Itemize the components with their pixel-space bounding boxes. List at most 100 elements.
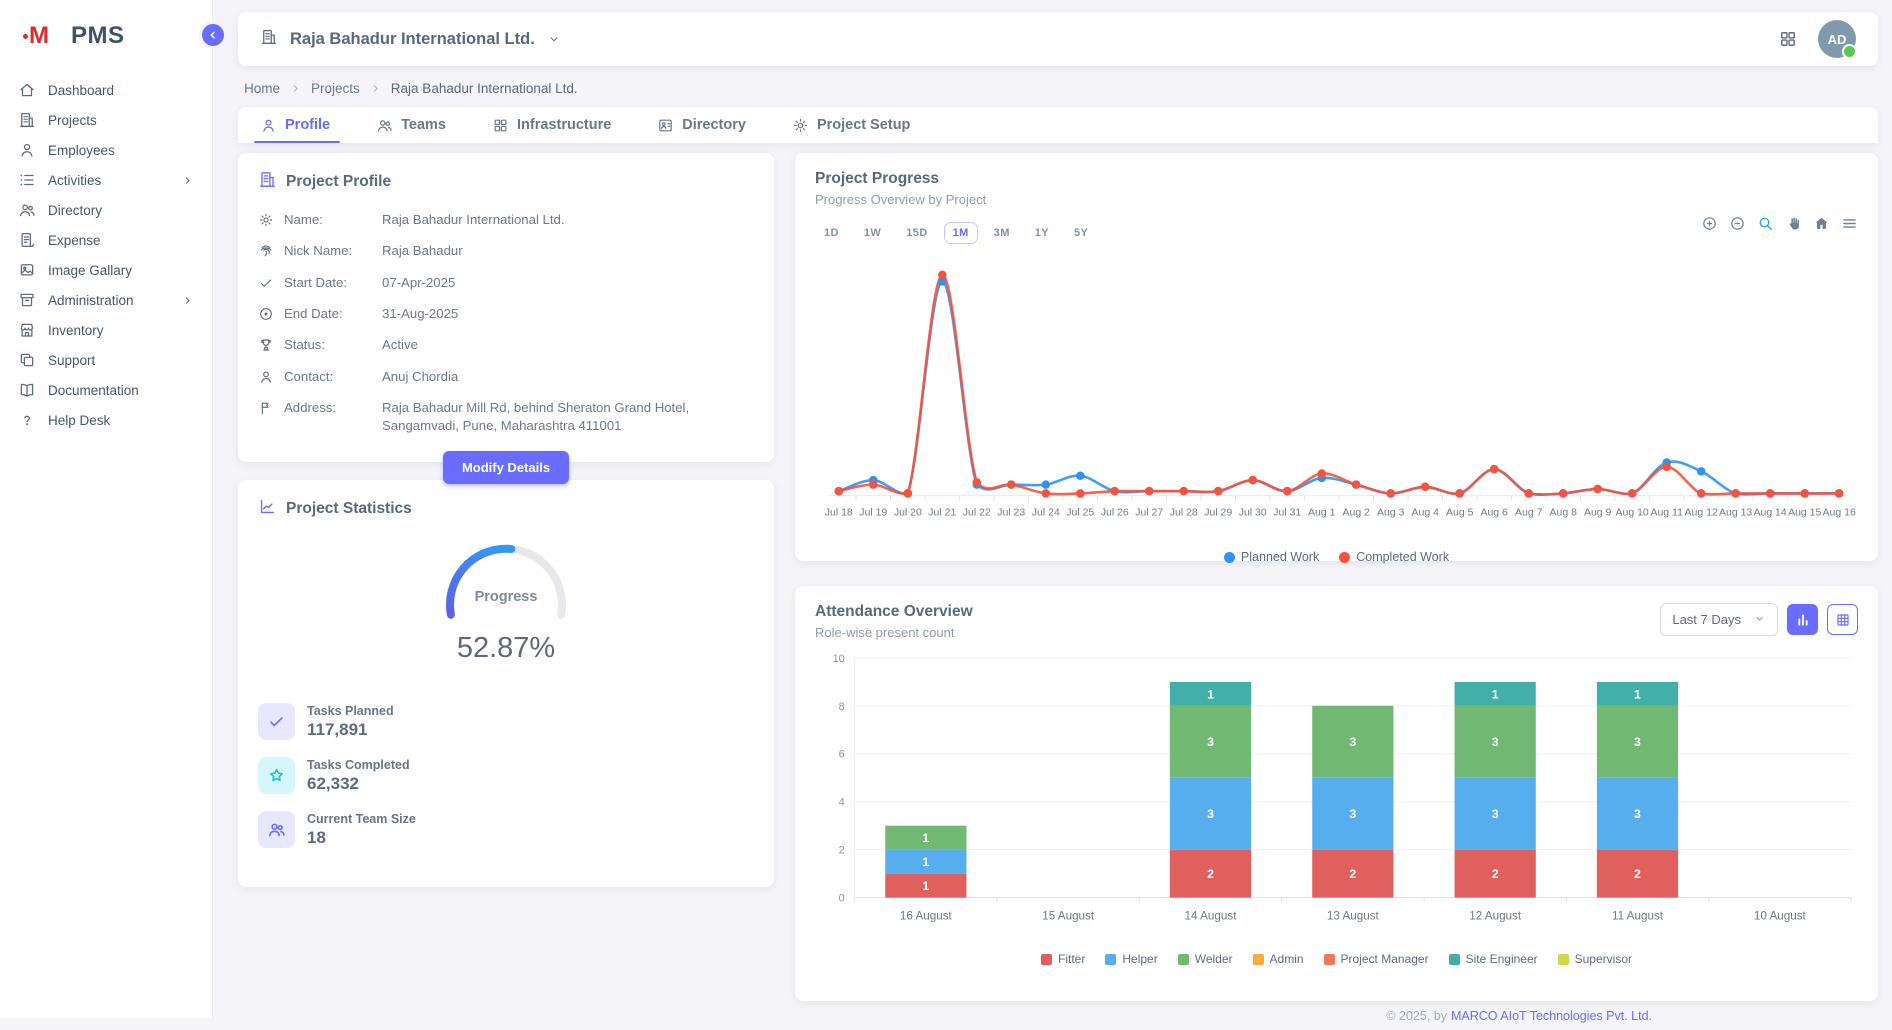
- building-icon: [258, 170, 277, 194]
- table-view-button[interactable]: [1827, 604, 1858, 635]
- bar-view-button[interactable]: [1787, 604, 1818, 635]
- range-button-1d[interactable]: 1D: [815, 222, 848, 244]
- svg-text:12 August: 12 August: [1469, 909, 1522, 922]
- people-icon: [376, 117, 393, 134]
- sidebar-item-label: Help Desk: [48, 413, 110, 428]
- sidebar-item-help-desk[interactable]: Help Desk: [0, 405, 212, 435]
- check-icon: [258, 703, 295, 740]
- sidebar-item-expense[interactable]: Expense: [0, 225, 212, 255]
- sidebar-item-dashboard[interactable]: Dashboard: [0, 75, 212, 105]
- attendance-bar-chart[interactable]: 024681011116 August15 August233114 Augus…: [815, 648, 1858, 950]
- sidebar-item-employees[interactable]: Employees: [0, 135, 212, 165]
- apps-grid-button[interactable]: [1778, 29, 1798, 49]
- modify-details-button[interactable]: Modify Details: [443, 451, 569, 484]
- legend-supervisor[interactable]: Supervisor: [1558, 952, 1632, 966]
- sidebar-item-label: Dashboard: [48, 83, 114, 98]
- tab-teams[interactable]: Teams: [376, 107, 446, 143]
- svg-text:1: 1: [922, 855, 929, 869]
- svg-text:Aug 15: Aug 15: [1788, 507, 1821, 518]
- stat-label: Tasks Planned: [307, 704, 394, 718]
- legend-admin[interactable]: Admin: [1253, 952, 1304, 966]
- tab-project-setup[interactable]: Project Setup: [792, 107, 910, 143]
- reset-home-button[interactable]: [1813, 215, 1830, 232]
- legend-completed-work[interactable]: Completed Work: [1339, 550, 1449, 564]
- legend-fitter[interactable]: Fitter: [1041, 952, 1085, 966]
- footer-company-link[interactable]: MARCO AIoT Technologies Pvt. Ltd.: [1451, 1009, 1652, 1023]
- legend-welder[interactable]: Welder: [1178, 952, 1233, 966]
- sidebar-item-support[interactable]: Support: [0, 345, 212, 375]
- sidebar-item-inventory[interactable]: Inventory: [0, 315, 212, 345]
- zoom-out-button[interactable]: [1729, 215, 1746, 232]
- range-button-5y[interactable]: 5Y: [1065, 222, 1097, 244]
- field-label: Name:: [284, 211, 372, 229]
- svg-text:14 August: 14 August: [1185, 909, 1238, 922]
- check-icon: [267, 712, 286, 731]
- svg-text:Aug 9: Aug 9: [1584, 507, 1612, 518]
- sidebar-item-administration[interactable]: Administration: [0, 285, 212, 315]
- svg-text:8: 8: [839, 701, 845, 713]
- svg-text:3: 3: [1492, 807, 1499, 821]
- stat-tasks-planned: Tasks Planned117,891: [258, 703, 754, 740]
- field-value: Raja Bahadur: [382, 242, 754, 260]
- star-icon: [258, 757, 295, 794]
- legend-project-manager[interactable]: Project Manager: [1324, 952, 1429, 966]
- svg-text:Progress: Progress: [475, 589, 538, 605]
- svg-text:2: 2: [1207, 867, 1214, 881]
- bars-icon: [1795, 612, 1811, 628]
- legend-planned-work[interactable]: Planned Work: [1224, 550, 1319, 564]
- svg-text:Jul 25: Jul 25: [1066, 507, 1094, 518]
- range-button-1w[interactable]: 1W: [855, 222, 890, 244]
- zoom-in-button[interactable]: [1701, 215, 1718, 232]
- flag-icon: [258, 400, 274, 416]
- sidebar-item-documentation[interactable]: Documentation: [0, 375, 212, 405]
- stat-tasks-completed: Tasks Completed62,332: [258, 757, 754, 794]
- sidebar-item-projects[interactable]: Projects: [0, 105, 212, 135]
- svg-text:3: 3: [1634, 735, 1641, 749]
- svg-text:Jul 31: Jul 31: [1273, 507, 1301, 518]
- legend-site-engineer[interactable]: Site Engineer: [1449, 952, 1538, 966]
- tab-profile[interactable]: Profile: [260, 107, 330, 143]
- range-button-1m[interactable]: 1M: [944, 222, 978, 244]
- profile-card-title: Project Profile: [286, 173, 391, 191]
- user-avatar[interactable]: AD: [1818, 20, 1856, 58]
- sidebar-item-directory[interactable]: Directory: [0, 195, 212, 225]
- sidebar-item-label: Directory: [48, 203, 102, 218]
- progress-chart-legend: Planned Work Completed Work: [815, 550, 1858, 564]
- sidebar-item-label: Expense: [48, 233, 101, 248]
- svg-text:Aug 16: Aug 16: [1823, 507, 1856, 518]
- date-range-select[interactable]: Last 7 Days: [1660, 603, 1778, 636]
- svg-text:10: 10: [833, 653, 845, 665]
- breadcrumb-item-home[interactable]: Home: [244, 81, 280, 96]
- svg-text:Jul 21: Jul 21: [928, 507, 956, 518]
- selection-zoom-button[interactable]: [1757, 215, 1774, 232]
- field-label: Contact:: [284, 368, 372, 386]
- sidebar-item-label: Documentation: [48, 383, 139, 398]
- svg-text:3: 3: [1492, 735, 1499, 749]
- zoom-out-icon: [1729, 215, 1746, 232]
- menu-icon: [1841, 215, 1858, 232]
- range-button-1y[interactable]: 1Y: [1026, 222, 1058, 244]
- sidebar-collapse-button[interactable]: [199, 21, 227, 49]
- people-icon: [18, 201, 36, 219]
- tab-infrastructure[interactable]: Infrastructure: [492, 107, 611, 143]
- menu-button[interactable]: [1841, 215, 1858, 232]
- svg-text:Aug 5: Aug 5: [1446, 507, 1474, 518]
- sidebar-item-activities[interactable]: Activities: [0, 165, 212, 195]
- sidebar-item-image-gallary[interactable]: Image Gallary: [0, 255, 212, 285]
- home-icon: [18, 81, 36, 99]
- chevron-right-icon: [369, 82, 382, 95]
- tab-directory[interactable]: Directory: [657, 107, 746, 143]
- range-button-3m[interactable]: 3M: [985, 222, 1019, 244]
- progress-gauge: Progress 52.87%: [258, 531, 754, 665]
- date-range-select-value: Last 7 Days: [1672, 612, 1741, 627]
- breadcrumb-item-projects[interactable]: Projects: [311, 81, 360, 96]
- range-button-15d[interactable]: 15D: [897, 222, 936, 244]
- svg-text:0: 0: [839, 893, 845, 905]
- progress-line-chart[interactable]: Jul 18Jul 19Jul 20Jul 21Jul 22Jul 23Jul …: [815, 248, 1858, 548]
- project-selector[interactable]: Raja Bahadur International Ltd.: [260, 28, 561, 51]
- chevron-right-icon: [289, 82, 302, 95]
- pan-button[interactable]: [1785, 215, 1802, 232]
- tab-bar: Profile Teams Infrastructure Directory Proje…: [238, 107, 1878, 143]
- legend-helper[interactable]: Helper: [1105, 952, 1157, 966]
- store-icon: [18, 321, 36, 339]
